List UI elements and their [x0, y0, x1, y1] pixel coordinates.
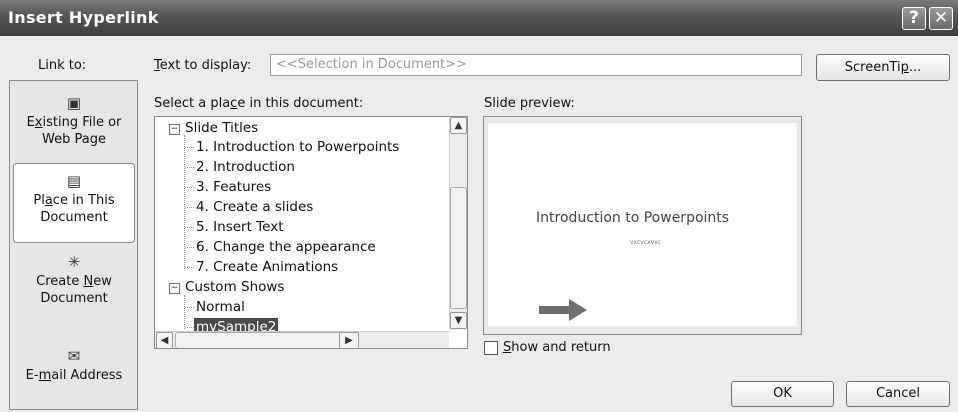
tree-group-slide-titles[interactable]: Slide Titles — [185, 119, 258, 137]
dialog-title: Insert Hyperlink — [8, 8, 159, 27]
text-to-display-input[interactable]: <<Selection in Document>> — [270, 54, 802, 76]
collapse-toggle[interactable]: − — [169, 283, 180, 294]
slide-preview: Introduction to Powerpoints vxcvcxvxc — [483, 116, 802, 335]
new-document-icon: ✳ — [67, 253, 81, 271]
select-place-label: Select a place in this document: — [154, 96, 364, 111]
tree-connector — [185, 167, 194, 168]
tree-connector — [185, 307, 194, 308]
cancel-button[interactable]: Cancel — [846, 381, 950, 407]
tree-connector — [185, 227, 194, 228]
tree-item-slide[interactable]: 4. Create a slides — [196, 198, 313, 216]
tree-item-slide[interactable]: 6. Change the appearance — [196, 238, 376, 256]
slide-preview-title: Introduction to Powerpoints — [536, 210, 730, 226]
file-icon: ▣ — [66, 94, 82, 112]
title-bar: Insert Hyperlink ? ✕ — [0, 0, 958, 36]
tree-item-slide[interactable]: 1. Introduction to Powerpoints — [196, 138, 399, 156]
document-place-icon: ▤ — [66, 172, 82, 190]
hscroll-thumb[interactable] — [175, 332, 342, 348]
insert-hyperlink-dialog: Insert Hyperlink ? ✕ Link to: Text to di… — [0, 0, 958, 412]
screentip-button[interactable]: ScreenTip... — [816, 54, 950, 81]
show-and-return-label: Show and return — [503, 340, 611, 355]
tree-item-slide[interactable]: 7. Create Animations — [196, 258, 338, 276]
tree-group-custom-shows[interactable]: Custom Shows — [185, 278, 284, 296]
tree-connector — [185, 147, 194, 148]
link-place-in-document[interactable]: ▤ Place in This Document — [13, 163, 135, 243]
ok-button[interactable]: OK — [731, 381, 834, 407]
text-to-display-label: Text to display: — [154, 58, 252, 73]
tree-connector — [185, 247, 194, 248]
tree-connector — [185, 207, 194, 208]
link-existing-file[interactable]: ▣ Existing File or Web Page — [13, 94, 135, 148]
vertical-scrollbar[interactable]: ▲ ▼ — [449, 117, 467, 330]
link-to-label: Link to: — [38, 58, 87, 73]
tree-item-slide[interactable]: 5. Insert Text — [196, 218, 284, 236]
tree-item-slide[interactable]: 2. Introduction — [196, 158, 295, 176]
show-and-return-checkbox[interactable] — [484, 341, 498, 355]
email-icon: ✉ — [67, 347, 81, 365]
tree-item-show[interactable]: Normal — [196, 298, 245, 316]
slide-preview-subtitle: vxcvcxvxc — [630, 239, 661, 246]
collapse-toggle[interactable]: − — [169, 124, 180, 135]
right-arrow-icon — [539, 299, 587, 321]
scroll-up-icon[interactable]: ▲ — [450, 117, 467, 134]
scroll-thumb[interactable] — [450, 187, 467, 309]
text-to-display-value: <<Selection in Document>> — [276, 57, 467, 72]
link-email-address[interactable]: ✉ E-mail Address — [13, 347, 135, 384]
scroll-down-icon[interactable]: ▼ — [450, 312, 467, 329]
link-create-new-document[interactable]: ✳ Create New Document — [13, 253, 135, 307]
tree-connector — [185, 187, 194, 188]
tree-connector — [185, 267, 194, 268]
close-button[interactable]: ✕ — [929, 7, 953, 30]
link-to-bar: ▣ Existing File or Web Page ▤ Place in T… — [9, 80, 138, 410]
tree-connector — [184, 295, 185, 329]
tree-connector — [185, 327, 194, 328]
horizontal-scrollbar[interactable]: ◀ ▶ — [155, 331, 449, 348]
scroll-left-icon[interactable]: ◀ — [156, 332, 173, 348]
scroll-right-icon[interactable]: ▶ — [339, 332, 359, 348]
slide-preview-label: Slide preview: — [484, 96, 575, 111]
document-place-tree[interactable]: − Slide Titles 1. Introduction to Powerp… — [154, 116, 468, 349]
help-button[interactable]: ? — [902, 7, 926, 30]
tree-item-slide[interactable]: 3. Features — [196, 178, 271, 196]
slide-thumbnail: Introduction to Powerpoints vxcvcxvxc — [488, 123, 797, 326]
tree-connector — [184, 135, 185, 269]
